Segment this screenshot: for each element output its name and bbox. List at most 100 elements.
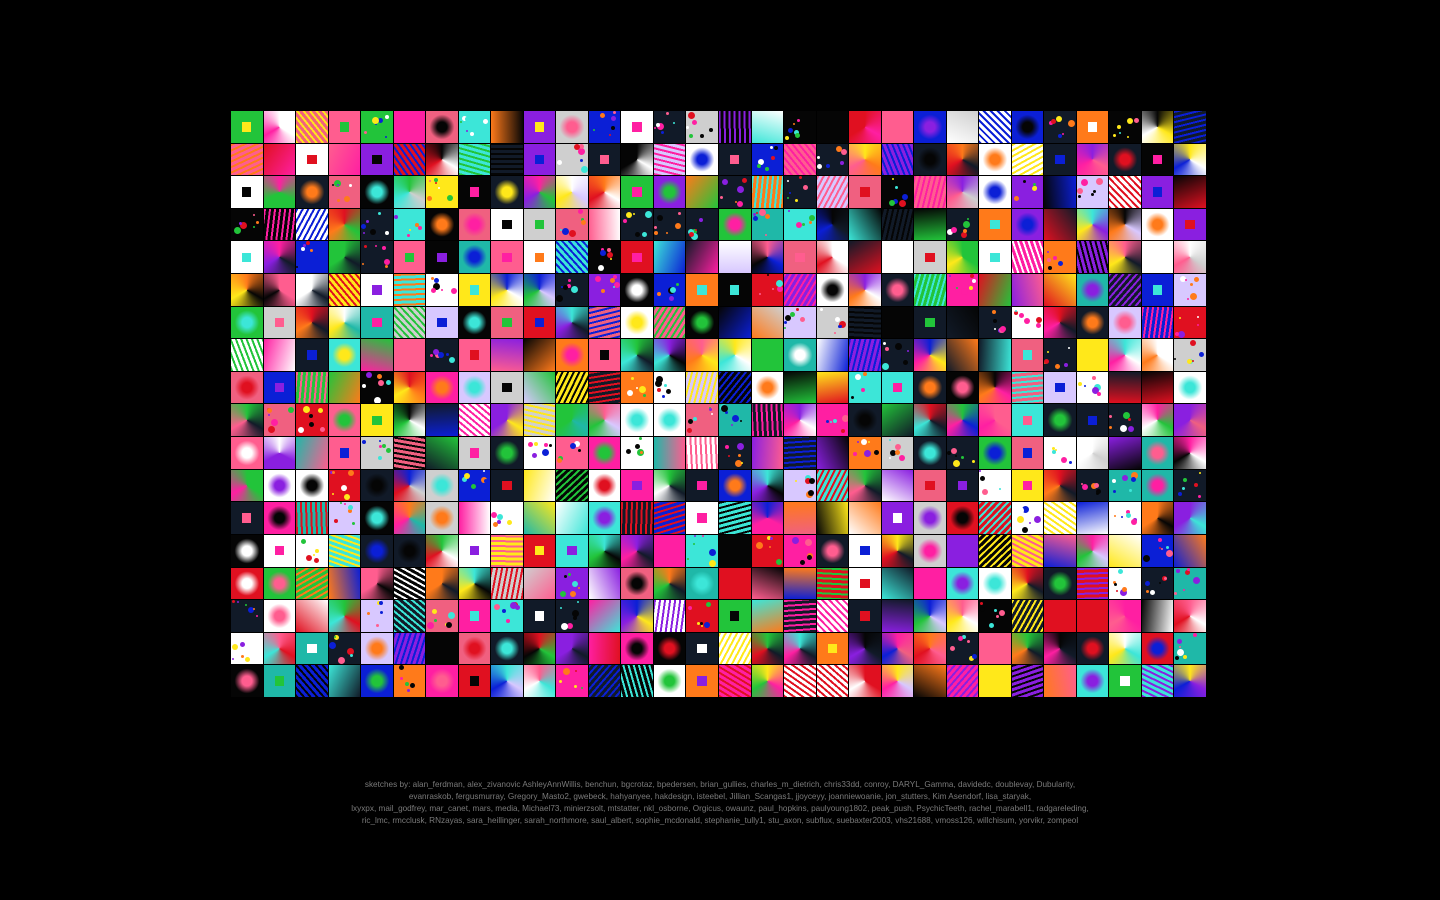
sketch-thumbnail[interactable] xyxy=(328,274,361,306)
sketch-thumbnail[interactable] xyxy=(231,176,263,208)
sketch-thumbnail[interactable] xyxy=(296,469,328,502)
sketch-thumbnail[interactable] xyxy=(231,600,263,632)
sketch-thumbnail[interactable] xyxy=(1044,274,1076,306)
sketch-thumbnail[interactable] xyxy=(751,241,784,274)
sketch-thumbnail[interactable] xyxy=(296,404,328,437)
sketch-thumbnail[interactable] xyxy=(653,274,686,306)
sketch-thumbnail[interactable] xyxy=(946,665,979,697)
sketch-thumbnail[interactable] xyxy=(263,143,296,176)
sketch-thumbnail[interactable] xyxy=(556,600,588,632)
sketch-thumbnail[interactable] xyxy=(523,143,556,176)
sketch-thumbnail[interactable] xyxy=(621,502,653,534)
sketch-thumbnail[interactable] xyxy=(1141,143,1174,176)
sketch-thumbnail[interactable] xyxy=(979,306,1011,339)
sketch-thumbnail[interactable] xyxy=(393,437,426,469)
sketch-thumbnail[interactable] xyxy=(816,502,849,534)
sketch-thumbnail[interactable] xyxy=(361,176,393,208)
sketch-thumbnail[interactable] xyxy=(979,371,1011,404)
sketch-thumbnail[interactable] xyxy=(263,404,296,437)
sketch-thumbnail[interactable] xyxy=(621,208,653,241)
sketch-thumbnail[interactable] xyxy=(686,469,718,502)
sketch-thumbnail[interactable] xyxy=(296,600,328,632)
sketch-thumbnail[interactable] xyxy=(946,404,979,437)
sketch-thumbnail[interactable] xyxy=(751,143,784,176)
sketch-thumbnail[interactable] xyxy=(686,437,718,469)
sketch-thumbnail[interactable] xyxy=(296,111,328,143)
sketch-thumbnail[interactable] xyxy=(621,534,653,567)
sketch-thumbnail[interactable] xyxy=(328,306,361,339)
sketch-thumbnail[interactable] xyxy=(621,632,653,665)
sketch-thumbnail[interactable] xyxy=(849,437,881,469)
sketch-thumbnail[interactable] xyxy=(263,632,296,665)
sketch-thumbnail[interactable] xyxy=(426,208,458,241)
sketch-thumbnail[interactable] xyxy=(1044,600,1076,632)
sketch-thumbnail[interactable] xyxy=(881,176,914,208)
sketch-thumbnail[interactable] xyxy=(231,502,263,534)
sketch-thumbnail[interactable] xyxy=(361,534,393,567)
sketch-thumbnail[interactable] xyxy=(1076,274,1109,306)
sketch-thumbnail[interactable] xyxy=(523,371,556,404)
sketch-thumbnail[interactable] xyxy=(1141,208,1174,241)
sketch-thumbnail[interactable] xyxy=(1044,306,1076,339)
sketch-thumbnail[interactable] xyxy=(491,111,523,143)
sketch-thumbnail[interactable] xyxy=(621,371,653,404)
sketch-thumbnail[interactable] xyxy=(914,502,946,534)
sketch-thumbnail[interactable] xyxy=(263,306,296,339)
sketch-thumbnail[interactable] xyxy=(263,665,296,697)
sketch-thumbnail[interactable] xyxy=(458,502,491,534)
sketch-thumbnail[interactable] xyxy=(718,274,751,306)
sketch-thumbnail[interactable] xyxy=(686,502,718,534)
sketch-thumbnail[interactable] xyxy=(523,208,556,241)
sketch-thumbnail[interactable] xyxy=(718,632,751,665)
sketch-thumbnail[interactable] xyxy=(621,600,653,632)
sketch-thumbnail[interactable] xyxy=(1174,665,1206,697)
sketch-thumbnail[interactable] xyxy=(784,208,816,241)
sketch-thumbnail[interactable] xyxy=(946,502,979,534)
sketch-thumbnail[interactable] xyxy=(1011,502,1044,534)
sketch-thumbnail[interactable] xyxy=(588,306,621,339)
sketch-thumbnail[interactable] xyxy=(686,665,718,697)
sketch-thumbnail[interactable] xyxy=(1011,339,1044,371)
sketch-thumbnail[interactable] xyxy=(1044,111,1076,143)
sketch-thumbnail[interactable] xyxy=(1076,502,1109,534)
sketch-thumbnail[interactable] xyxy=(718,404,751,437)
sketch-thumbnail[interactable] xyxy=(231,632,263,665)
sketch-thumbnail[interactable] xyxy=(1044,632,1076,665)
sketch-thumbnail[interactable] xyxy=(1174,632,1206,665)
sketch-thumbnail[interactable] xyxy=(1174,567,1206,600)
sketch-thumbnail[interactable] xyxy=(523,665,556,697)
sketch-thumbnail[interactable] xyxy=(946,371,979,404)
sketch-thumbnail[interactable] xyxy=(1109,502,1141,534)
sketch-thumbnail[interactable] xyxy=(426,111,458,143)
sketch-thumbnail[interactable] xyxy=(458,176,491,208)
sketch-thumbnail[interactable] xyxy=(914,437,946,469)
sketch-thumbnail[interactable] xyxy=(361,437,393,469)
sketch-thumbnail[interactable] xyxy=(751,534,784,567)
sketch-thumbnail[interactable] xyxy=(946,208,979,241)
sketch-thumbnail[interactable] xyxy=(881,404,914,437)
sketch-thumbnail[interactable] xyxy=(458,534,491,567)
sketch-thumbnail[interactable] xyxy=(523,567,556,600)
sketch-thumbnail[interactable] xyxy=(263,208,296,241)
sketch-thumbnail[interactable] xyxy=(328,176,361,208)
sketch-thumbnail[interactable] xyxy=(849,534,881,567)
sketch-thumbnail[interactable] xyxy=(231,208,263,241)
sketch-thumbnail[interactable] xyxy=(523,632,556,665)
sketch-thumbnail[interactable] xyxy=(849,632,881,665)
sketch-thumbnail[interactable] xyxy=(426,241,458,274)
sketch-thumbnail[interactable] xyxy=(393,274,426,306)
sketch-thumbnail[interactable] xyxy=(1174,339,1206,371)
sketch-thumbnail[interactable] xyxy=(328,469,361,502)
sketch-thumbnail[interactable] xyxy=(296,534,328,567)
sketch-thumbnail[interactable] xyxy=(231,274,263,306)
sketch-thumbnail[interactable] xyxy=(1076,600,1109,632)
sketch-thumbnail[interactable] xyxy=(816,469,849,502)
sketch-thumbnail[interactable] xyxy=(328,143,361,176)
sketch-thumbnail[interactable] xyxy=(1044,143,1076,176)
sketch-thumbnail[interactable] xyxy=(751,567,784,600)
sketch-thumbnail[interactable] xyxy=(621,241,653,274)
sketch-thumbnail[interactable] xyxy=(1044,469,1076,502)
sketch-thumbnail[interactable] xyxy=(588,469,621,502)
sketch-thumbnail[interactable] xyxy=(556,567,588,600)
sketch-thumbnail[interactable] xyxy=(751,469,784,502)
